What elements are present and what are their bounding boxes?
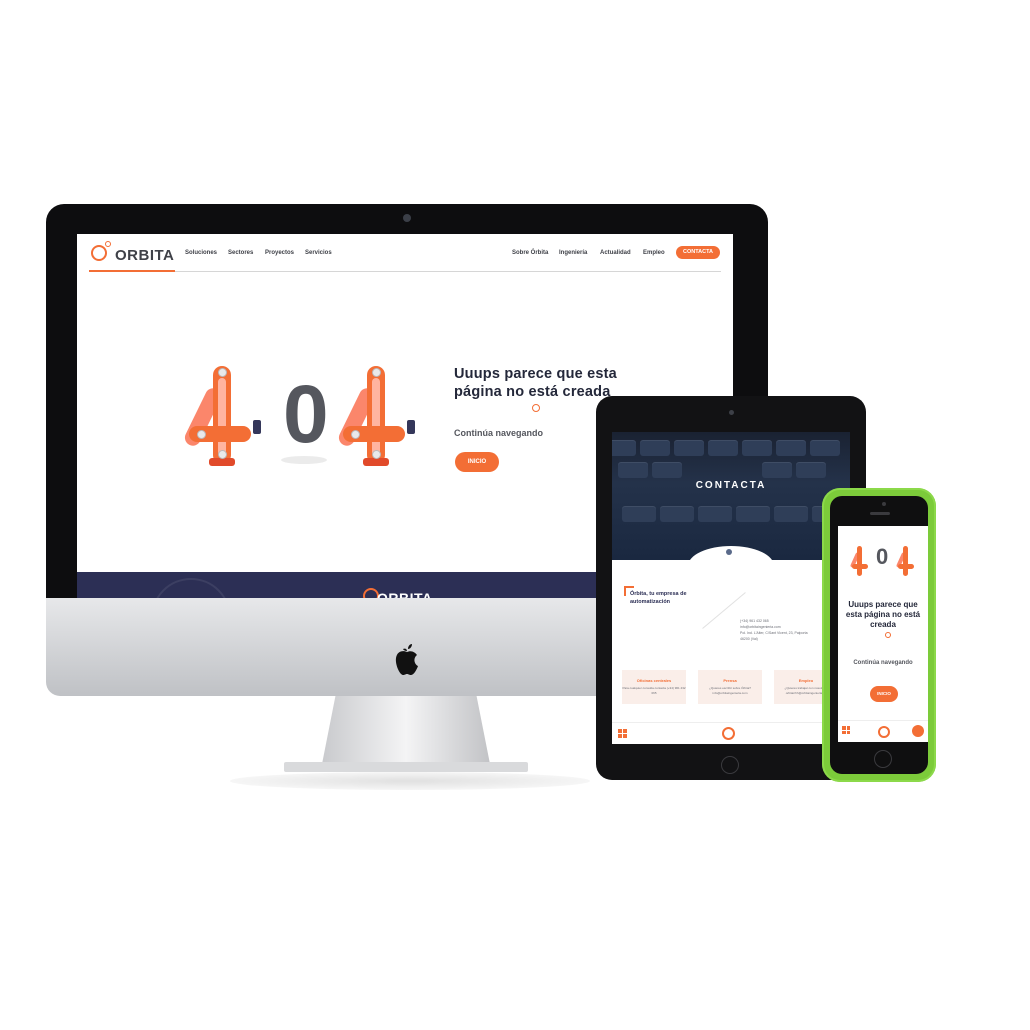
tablet-home-button — [721, 756, 739, 774]
card-oficinas: Oficinas centrales Para cualquier consul… — [622, 670, 686, 704]
imac-camera — [403, 214, 411, 222]
imac-stand — [322, 696, 490, 764]
card-title: Oficinas centrales — [636, 678, 672, 683]
error-subtitle: Continúa navegando — [454, 428, 544, 438]
nav-ingenieria[interactable]: Ingeniería — [559, 250, 587, 256]
orbit-ring-icon — [532, 404, 540, 412]
apple-logo-icon — [395, 644, 418, 675]
illustration-four-right — [336, 364, 415, 468]
nav-soluciones[interactable]: Soluciones — [185, 250, 217, 256]
contact-hero: CONTACTA — [612, 432, 850, 560]
illustration-four-right-small — [895, 546, 914, 576]
illustration-four-left-small — [849, 546, 868, 576]
phone-home-button — [874, 750, 892, 768]
chevron-down-icon[interactable] — [726, 549, 732, 555]
card-prensa: Prensa ¿Quieres escribir sobre Órbita? i… — [698, 670, 762, 704]
nav-empleo[interactable]: Empleo — [643, 250, 665, 256]
orbita-logo-icon[interactable] — [722, 727, 735, 740]
top-navigation: ORBITA Soluciones Sectores Proyectos Ser… — [77, 234, 733, 272]
nav-divider-accent — [89, 270, 175, 272]
orbita-logo-icon[interactable] — [878, 726, 890, 738]
nav-actualidad[interactable]: Actualidad — [600, 250, 631, 256]
tablet-bottom-bar — [612, 722, 850, 744]
contact-heading: Órbita, tu empresa de automatización — [630, 591, 687, 605]
card-text: Para cualquier consulta contacta (+34) 9… — [622, 686, 686, 695]
footer-decor-arc — [151, 578, 231, 598]
contact-hero-title: CONTACTA — [695, 480, 767, 491]
nav-divider — [89, 271, 721, 272]
grid-menu-icon[interactable] — [842, 726, 850, 734]
tablet-camera — [729, 410, 734, 415]
contact-postcode: 46200 (Val) — [740, 637, 758, 641]
logo-text[interactable]: ORBITA — [115, 247, 174, 264]
nav-sectores[interactable]: Sectores — [228, 250, 253, 256]
zero-shadow — [281, 456, 327, 464]
inicio-button[interactable]: INICIO — [455, 452, 499, 472]
error-title-mobile: Uuups parece que esta página no está cre… — [845, 600, 921, 629]
tablet-screen: CONTACTA Órbita, tu empresa de automatiz… — [612, 432, 850, 744]
orbit-ring-icon — [885, 632, 891, 638]
inicio-button-mobile[interactable]: INICIO — [870, 686, 898, 702]
footer-logo-text[interactable]: ORBITA — [377, 590, 433, 598]
contacta-button[interactable]: CONTACTA — [676, 246, 720, 259]
orbita-logo-icon[interactable] — [91, 245, 107, 261]
error-subtitle-mobile: Continúa navegando — [853, 660, 913, 666]
card-title: Prensa — [723, 678, 737, 683]
phone-camera — [882, 502, 886, 506]
error-code-zero: 0 — [283, 369, 329, 460]
menu-button-icon[interactable] — [912, 725, 924, 737]
logo-orbit-dot — [105, 241, 111, 247]
imac-shadow — [230, 772, 590, 790]
grid-menu-icon[interactable] — [618, 729, 627, 738]
nav-servicios[interactable]: Servicios — [305, 250, 332, 256]
phone-bottom-bar — [838, 720, 928, 742]
phone-screen: 0 Uuups parece que esta página no está c… — [838, 526, 928, 742]
nav-sobre-orbita[interactable]: Sobre Órbita — [512, 250, 548, 256]
error-code-zero-small: 0 — [876, 544, 889, 569]
imac-base — [284, 762, 528, 772]
nav-proyectos[interactable]: Proyectos — [265, 250, 294, 256]
card-text: ¿Quieres escribir sobre Órbita? info@orb… — [709, 686, 751, 695]
contact-info: (+34) 961 432 065 info@orbitaingenieria.… — [740, 618, 820, 642]
illustration-four-left — [182, 364, 261, 468]
phone-speaker — [870, 512, 890, 515]
